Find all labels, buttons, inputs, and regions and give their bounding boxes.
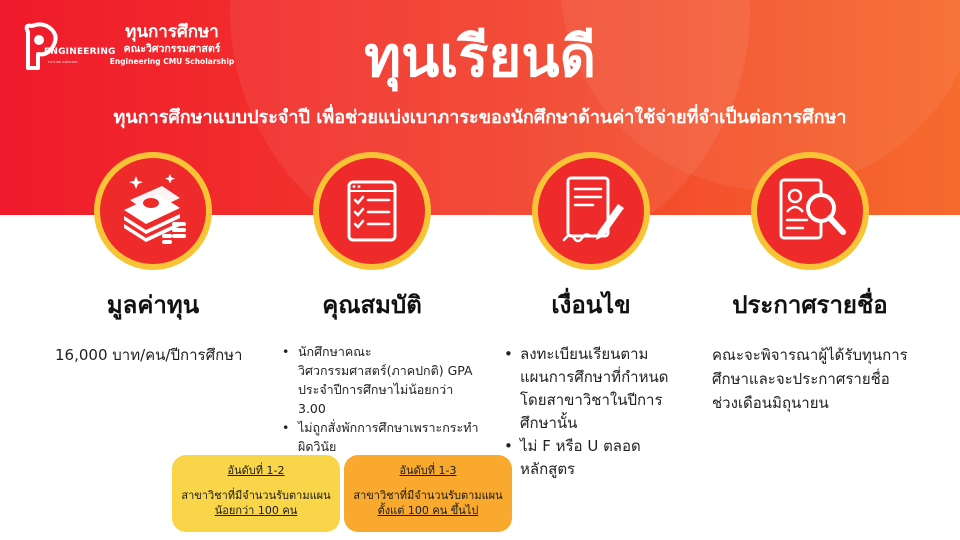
condition-icon-badge xyxy=(532,152,650,270)
value-title: มูลค่าทุน xyxy=(106,291,200,319)
value-icon-badge xyxy=(94,152,212,270)
profile-search-icon xyxy=(779,178,846,240)
list-item: ลงทะเบียนเรียนตามแผนการศึกษาที่กำหนดโดยส… xyxy=(502,343,692,435)
list-item: ไม่ถูกสั่งพักการศึกษาเพราะกระทำผิดวินัย xyxy=(280,418,480,456)
condition-list: ลงทะเบียนเรียนตามแผนการศึกษาที่กำหนดโดยส… xyxy=(502,343,692,481)
rank-label: อันดับที่ 1-3 xyxy=(399,464,457,477)
rank-line: สาขาวิชาที่มีจำนวนรับตามแผน xyxy=(353,489,503,502)
money-stack-icon xyxy=(124,174,186,244)
condition-title: เงื่อนไข xyxy=(551,291,631,319)
rank-line: สาขาวิชาที่มีจำนวนรับตามแผน xyxy=(181,489,331,502)
announcement-title: ประกาศรายชื่อ xyxy=(732,291,888,319)
rank-label: อันดับที่ 1-2 xyxy=(227,464,285,477)
page-title: ทุนเรียนดี xyxy=(364,25,596,90)
page-subtitle: ทุนการศึกษาแบบประจำปี เพื่อช่วยแบ่งเบาภา… xyxy=(113,107,847,128)
rank-box-1-3: อันดับที่ 1-3 สาขาวิชาที่มีจำนวนรับตามแผ… xyxy=(344,455,512,532)
checklist-icon xyxy=(347,180,397,242)
value-text: 16,000 บาท/คน/ปีการศึกษา xyxy=(55,346,243,364)
qualification-icon-badge xyxy=(313,152,431,270)
document-sign-icon xyxy=(562,176,624,243)
announcement-text: คณะจะพิจารณาผู้ได้รับทุนการศึกษาและจะประ… xyxy=(712,346,908,412)
rank-box-1-2: อันดับที่ 1-2 สาขาวิชาที่มีจำนวนรับตามแผ… xyxy=(172,455,340,532)
qualification-list: นักศึกษาคณะวิศวกรรมศาสตร์(ภาคปกติ) GPA ป… xyxy=(280,342,480,456)
qualification-title: คุณสมบัติ xyxy=(322,291,422,319)
list-item: นักศึกษาคณะวิศวกรรมศาสตร์(ภาคปกติ) GPA ป… xyxy=(280,342,480,418)
rank-line-underlined: ตั้งแต่ 100 คน ขึ้นไป xyxy=(377,504,479,517)
list-item: ไม่ F หรือ U ตลอดหลักสูตร xyxy=(502,435,692,481)
rank-line-underlined: น้อยกว่า 100 คน xyxy=(214,504,298,517)
announcement-icon-badge xyxy=(751,152,869,270)
